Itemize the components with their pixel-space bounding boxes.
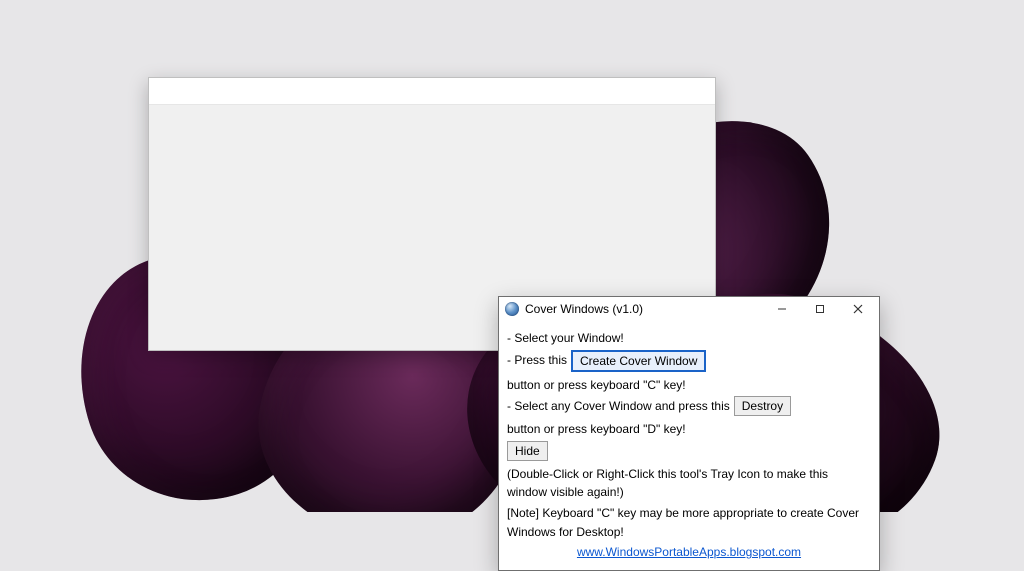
destroy-button[interactable]: Destroy <box>734 396 791 416</box>
instruction-press-this-prefix: - Press this <box>507 351 567 370</box>
instruction-note: [Note] Keyboard "C" key may be more appr… <box>507 504 871 541</box>
instruction-select-cover-prefix: - Select any Cover Window and press this <box>507 397 730 416</box>
titlebar[interactable]: Cover Windows (v1.0) <box>499 297 879 321</box>
window-title: Cover Windows (v1.0) <box>525 302 643 316</box>
app-icon <box>505 302 519 316</box>
instruction-hide-suffix: (Double-Click or Right-Click this tool's… <box>507 465 871 502</box>
minimize-button[interactable] <box>763 297 801 321</box>
website-link[interactable]: www.WindowsPortableApps.blogspot.com <box>577 545 801 559</box>
maximize-button[interactable] <box>801 297 839 321</box>
close-button[interactable] <box>839 297 877 321</box>
instruction-select-cover-suffix: button or press keyboard "D" key! <box>507 420 686 439</box>
app-window: Cover Windows (v1.0) - Select your Windo… <box>498 296 880 571</box>
instruction-press-this-suffix: button or press keyboard "C" key! <box>507 376 686 395</box>
instruction-select-window: - Select your Window! <box>507 329 624 348</box>
client-area: - Select your Window! - Press this Creat… <box>499 321 879 570</box>
hide-button[interactable]: Hide <box>507 441 548 461</box>
create-cover-window-button[interactable]: Create Cover Window <box>571 350 706 372</box>
cover-window-titlebar[interactable] <box>149 78 715 105</box>
